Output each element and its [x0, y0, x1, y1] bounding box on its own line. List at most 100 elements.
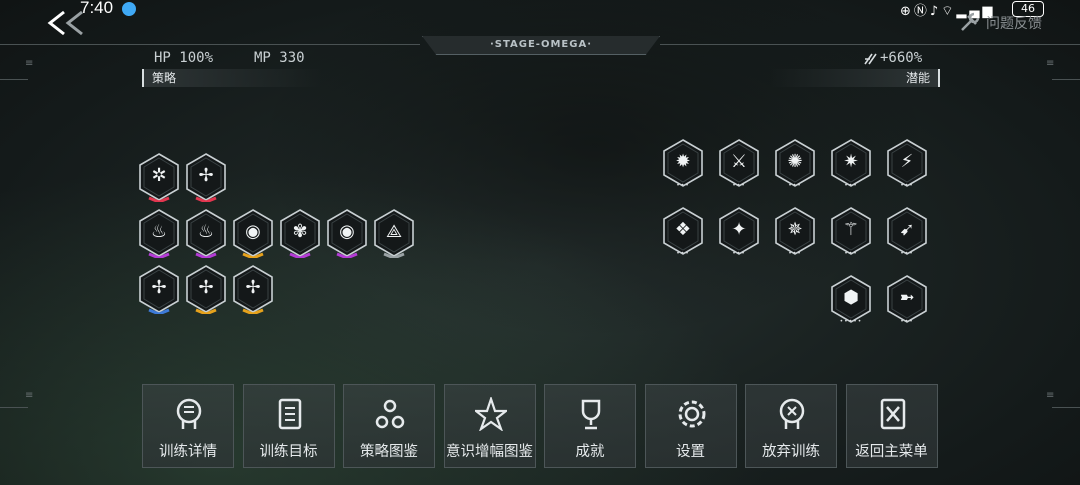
- flower-cross-icon: ✾: [292, 221, 308, 242]
- skill-hex[interactable]: ✵ •••: [773, 206, 817, 257]
- consciousness-codex-button[interactable]: 意识增幅图鉴: [443, 384, 536, 468]
- level-dots: •••: [788, 182, 802, 189]
- side-mark-right-bottom: ≡: [1046, 390, 1055, 401]
- skill-hex[interactable]: ◉: [325, 208, 369, 258]
- side-mark-left: ≡: [25, 58, 34, 69]
- skill-hex[interactable]: ✢: [184, 152, 228, 202]
- flame-claw-icon: ♨: [150, 221, 168, 242]
- level-dots: •••: [900, 318, 914, 325]
- gear-icon: [678, 400, 705, 428]
- skill-hex[interactable]: ✾: [278, 208, 322, 258]
- hex-cluster-icon: ⬢: [843, 287, 859, 308]
- lance-stance-icon: ⚚: [842, 219, 860, 240]
- tri-branch-icon: ⟁: [385, 221, 403, 242]
- level-dots: •••: [732, 182, 746, 189]
- feedback-label: 问题反馈: [986, 16, 1042, 32]
- training-goals-label: 训练目标: [259, 444, 318, 460]
- hp-readout: HP 100%: [154, 50, 214, 66]
- clock: 7:40: [80, 0, 114, 17]
- shatter-strike-icon: ✹: [675, 151, 691, 172]
- skill-hex[interactable]: ◉: [231, 208, 275, 258]
- frame-line-left: [0, 44, 420, 45]
- status-bar: 7:40 ⊕Ⓝ♪⌔▂▄▆ 46: [0, 0, 1080, 36]
- skill-hex[interactable]: ✦ •••: [717, 206, 761, 257]
- tri-node-icon: [375, 399, 405, 429]
- skill-hex[interactable]: ⬢ •••••: [829, 274, 873, 325]
- settings-button[interactable]: 设置: [644, 384, 737, 468]
- potential-section-header: 潜能: [770, 69, 940, 87]
- blade-cut-icon: ✦: [731, 219, 747, 240]
- frame-tick-right: [1052, 79, 1080, 80]
- sprint-icon: ➼: [899, 287, 915, 308]
- stage-title: ·STAGE-OMEGA·: [422, 36, 660, 55]
- skill-hex[interactable]: ⚡ •••: [885, 138, 929, 189]
- abandon-training-label: 放弃训练: [762, 444, 820, 460]
- level-dots: •••: [676, 250, 690, 257]
- skill-hex[interactable]: ➹ •••: [885, 206, 929, 257]
- eye-pod-alt-icon: ◉: [339, 221, 355, 242]
- consciousness-codex-label: 意识增幅图鉴: [446, 444, 533, 460]
- dash-slash-icon: ➹: [899, 219, 915, 240]
- skill-hex[interactable]: ♨: [137, 208, 181, 258]
- eye-pod-icon: ◉: [245, 221, 261, 242]
- slash-leap-icon: ⚔: [730, 151, 748, 172]
- shield-ring-icon: ✵: [787, 219, 803, 240]
- settings-label: 设置: [676, 444, 705, 460]
- abandon-training-button[interactable]: 放弃训练: [745, 384, 837, 468]
- level-dots: •••: [732, 250, 746, 257]
- head-x-icon: [779, 398, 805, 429]
- star-spark-icon: ✷: [843, 151, 859, 172]
- training-details-button[interactable]: 训练详情: [142, 384, 234, 468]
- mp-readout: MP 330: [254, 50, 305, 66]
- frame-tick-left-bottom: [0, 407, 28, 408]
- boost-slash-icon: [864, 53, 877, 65]
- burst-fist-icon: ✺: [787, 151, 803, 172]
- main-menu-button[interactable]: 返回主菜单: [845, 384, 938, 468]
- skill-hex[interactable]: ✹ •••: [661, 138, 705, 189]
- skill-hex[interactable]: ✺ •••: [773, 138, 817, 189]
- frame-tick-right-bottom: [1052, 407, 1080, 408]
- skill-hex[interactable]: ✲: [137, 152, 181, 202]
- ground-stomp-icon: ❖: [674, 219, 692, 240]
- strategy-codex-label: 策略图鉴: [360, 444, 418, 460]
- skill-hex[interactable]: ⚔ •••: [717, 138, 761, 189]
- side-mark-left-bottom: ≡: [25, 390, 34, 401]
- flame-rise-icon: ♨: [197, 221, 215, 242]
- skill-hex[interactable]: ♨: [184, 208, 228, 258]
- list-doc-icon: [278, 398, 301, 430]
- frame-line-right: [660, 44, 1080, 45]
- level-dots: •••: [900, 182, 914, 189]
- frame-tick-left: [0, 79, 28, 80]
- training-details-label: 训练详情: [159, 444, 217, 460]
- skill-hex[interactable]: ⟁: [372, 208, 416, 258]
- crosshair-swap-icon: ✢: [198, 277, 214, 298]
- notification-dot-icon: [122, 2, 136, 16]
- wrench-icon: [961, 12, 980, 31]
- skill-hex[interactable]: ➼ •••: [885, 274, 929, 325]
- crosshair-dot-icon: ✢: [151, 277, 167, 298]
- level-dots: •••••: [839, 318, 863, 325]
- skill-hex[interactable]: ✷ •••: [829, 138, 873, 189]
- level-dots: •••: [788, 250, 802, 257]
- achievements-button[interactable]: 成就: [544, 384, 636, 468]
- exit-door-icon: [880, 398, 905, 430]
- crosshair-down-icon: ✢: [245, 277, 261, 298]
- high-kick-icon: ⚡: [900, 151, 914, 172]
- side-mark-right: ≡: [1046, 58, 1055, 69]
- star-burst-icon: [474, 397, 507, 431]
- boost-readout: +660%: [880, 50, 923, 66]
- crosshair-burst-icon: ✲: [151, 165, 167, 186]
- skill-hex[interactable]: ✢: [137, 264, 181, 314]
- skill-hex[interactable]: ✢: [231, 264, 275, 314]
- strategy-codex-button[interactable]: 策略图鉴: [343, 384, 435, 468]
- head-bubble-icon: [176, 398, 202, 429]
- level-dots: •••: [844, 182, 858, 189]
- skill-hex[interactable]: ⚚ •••: [829, 206, 873, 257]
- skill-hex[interactable]: ✢: [184, 264, 228, 314]
- skill-hex[interactable]: ❖ •••: [661, 206, 705, 257]
- level-dots: •••: [844, 250, 858, 257]
- level-dots: •••: [676, 182, 690, 189]
- training-goals-button[interactable]: 训练目标: [242, 384, 335, 468]
- achievements-label: 成就: [575, 444, 605, 460]
- level-dots: •••: [900, 250, 914, 257]
